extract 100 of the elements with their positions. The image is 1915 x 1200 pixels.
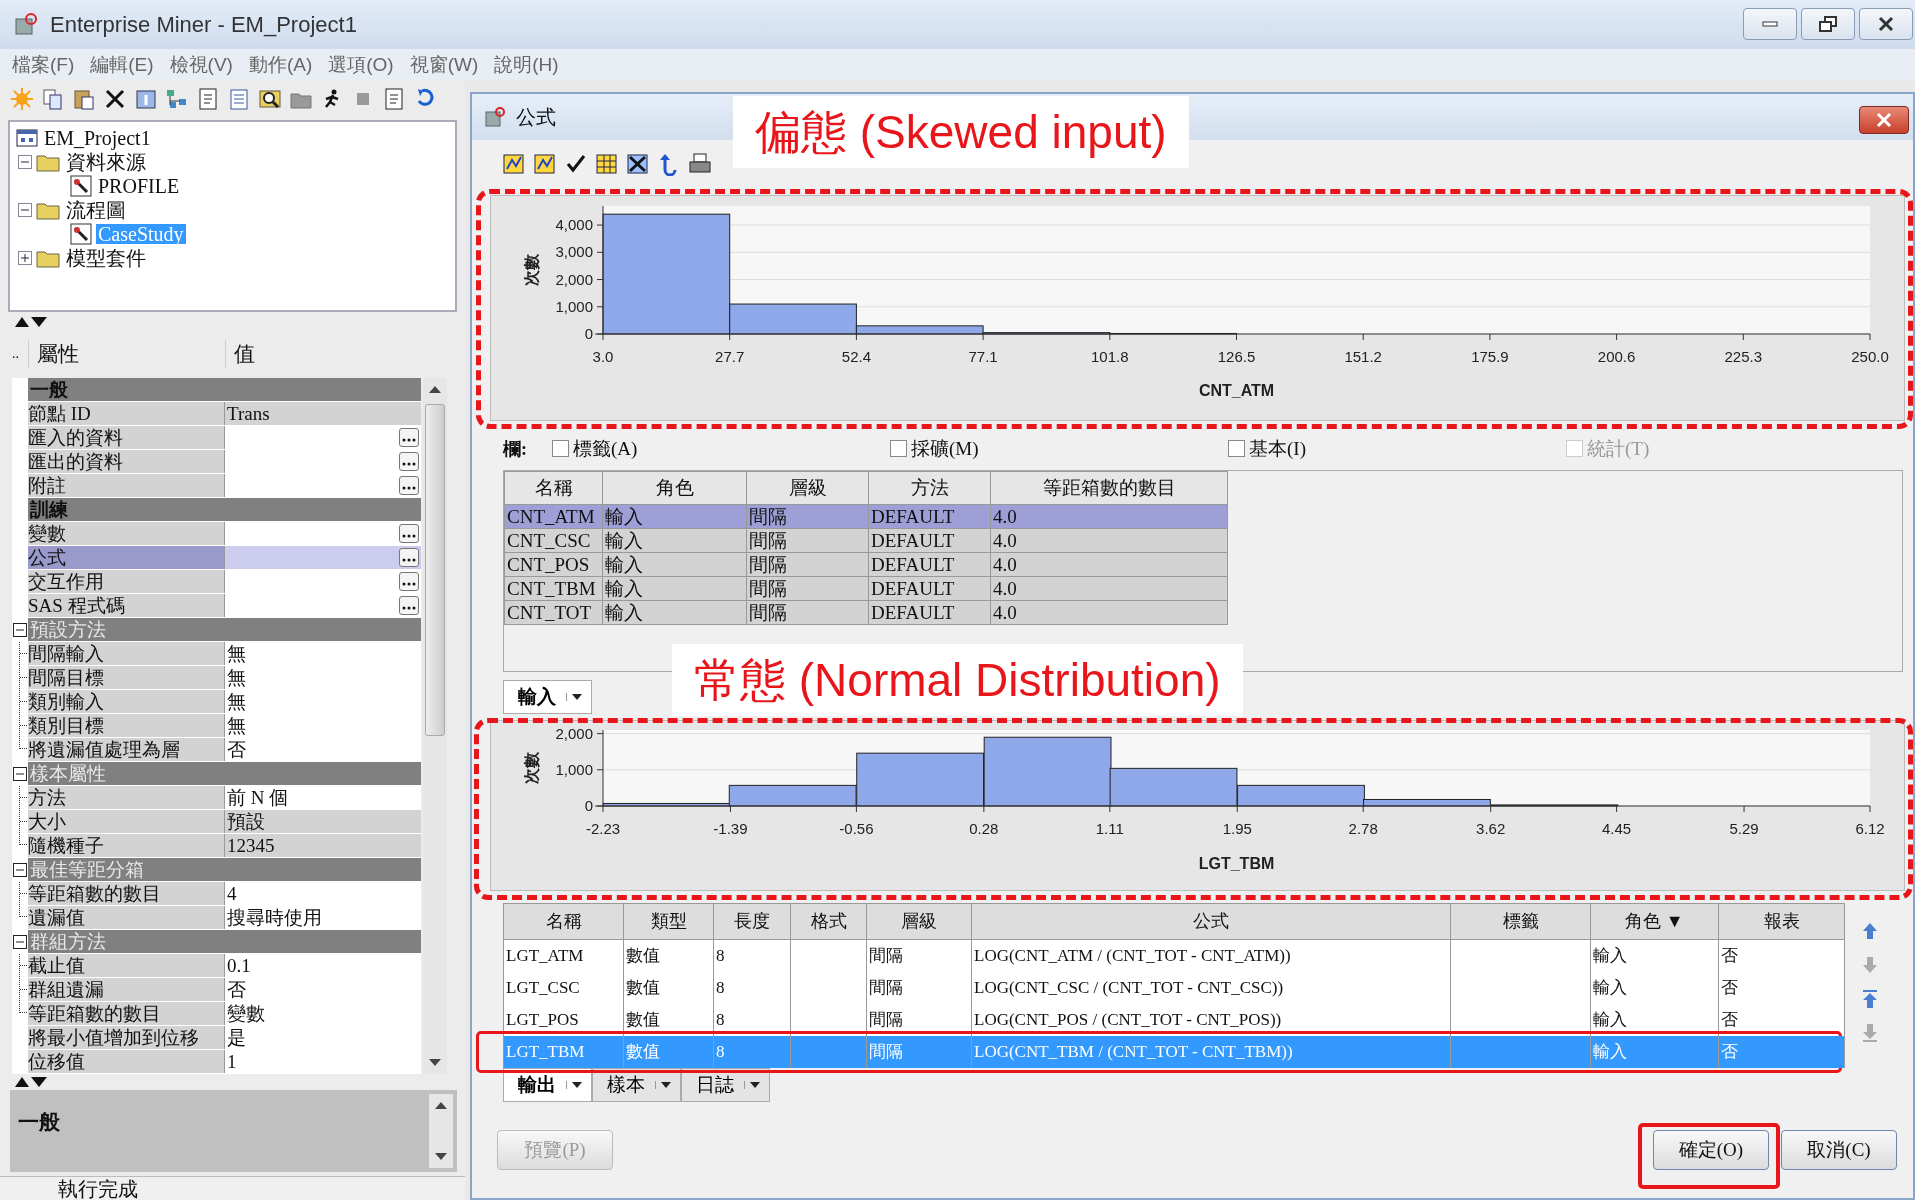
axis-title: LGT_TBM: [1198, 855, 1275, 872]
tick-label: 175.9: [1471, 348, 1509, 365]
table-cell: 8: [713, 1035, 791, 1068]
table-cell: 間隔: [746, 600, 869, 625]
property-value: 12345: [225, 834, 421, 857]
tick-label: 1.95: [1222, 820, 1252, 837]
tick-label: 2,000: [555, 724, 593, 742]
table-cell: 輸入: [602, 552, 747, 577]
table-cell: DEFAULT: [868, 504, 991, 529]
tick-label: 0: [584, 325, 593, 342]
section-header: 一般: [28, 378, 421, 401]
tick-label: 1,000: [555, 760, 593, 778]
tick-label: 225.3: [1724, 348, 1763, 365]
tick-label: 6.12: [1855, 820, 1885, 837]
table-cell: 4.0: [990, 552, 1228, 577]
column-header: ..: [12, 346, 20, 362]
table-cell: 間隔: [866, 1035, 972, 1068]
table-cell: 否: [1718, 939, 1845, 972]
table-cell: CNT_TBM: [504, 576, 603, 601]
annotation-callout: 偏態 (Skewed input): [733, 96, 1189, 168]
tick-label: 151.2: [1344, 348, 1382, 365]
table-cell: 數值: [623, 971, 714, 1004]
table-cell: 間隔: [866, 971, 972, 1004]
tick-label: 27.7: [715, 348, 745, 365]
tick-label: 126.5: [1217, 348, 1256, 365]
tick-label: -1.39: [713, 820, 748, 837]
axis-title: 次數: [523, 752, 540, 784]
column-header: 屬性: [28, 340, 225, 368]
tick-label: 52.4: [841, 348, 871, 365]
property-value: 1: [225, 1050, 421, 1073]
property-value: 4: [225, 882, 421, 905]
columns-label: 欄:: [503, 437, 528, 461]
section-header: 訓練: [28, 498, 421, 521]
table-cell: LOG(CNT_ATM / (CNT_TOT - CNT_ATM)): [971, 939, 1451, 972]
section-header: 樣本屬性: [28, 762, 421, 785]
property-value: 0.1: [225, 954, 421, 977]
tick-label: 0.28: [969, 820, 999, 837]
property-value: 搜尋時使用: [225, 906, 421, 929]
tick-label: 3.0: [592, 348, 614, 365]
table-cell: DEFAULT: [868, 600, 991, 625]
column-header: 值: [225, 340, 421, 368]
axis-title: 次數: [523, 254, 540, 286]
property-value: 預設: [225, 810, 421, 833]
table-cell: 4.0: [990, 528, 1228, 553]
table-cell: DEFAULT: [868, 552, 991, 577]
tick-label: 3.62: [1476, 820, 1506, 837]
tick-label: 0: [584, 797, 593, 814]
tick-label: 1.11: [1095, 820, 1124, 837]
property-value: 無: [225, 642, 421, 665]
window-title: Enterprise Miner - EM_Project1: [50, 11, 357, 38]
tick-label: 3,000: [555, 243, 593, 261]
table-cell: 輸入: [602, 504, 747, 529]
tick-label: 77.1: [968, 348, 998, 365]
property-value: 無: [225, 666, 421, 689]
property-value: 無: [225, 690, 421, 713]
property-value: 前 N 個: [225, 786, 421, 809]
table-cell: 4.0: [990, 600, 1228, 625]
tick-label: 4.45: [1602, 820, 1632, 837]
table-cell: DEFAULT: [868, 528, 991, 553]
table-cell: 輸入: [1590, 939, 1719, 972]
table-cell: 輸入: [602, 576, 747, 601]
table-cell: 間隔: [746, 504, 869, 529]
tick-label: 2,000: [555, 270, 593, 288]
table-cell: 否: [1718, 971, 1845, 1004]
table-cell: LGT_CSC: [503, 971, 624, 1004]
tick-label: -2.23: [585, 820, 621, 837]
table-cell: LOG(CNT_TBM / (CNT_TOT - CNT_TBM)): [971, 1035, 1451, 1068]
table-cell: CNT_TOT: [504, 600, 603, 625]
table-cell: 間隔: [746, 576, 869, 601]
table-cell: 間隔: [746, 528, 869, 553]
table-cell: 否: [1718, 1035, 1845, 1068]
table-cell: 輸入: [602, 528, 747, 553]
tick-label: -0.56: [839, 820, 874, 837]
table-cell: CNT_CSC: [504, 528, 603, 553]
table-cell: 8: [713, 971, 791, 1004]
section-header: 預設方法: [28, 618, 421, 641]
table-cell: 4.0: [990, 504, 1228, 529]
tick-label: 4,000: [555, 216, 593, 234]
section-header: 群組方法: [28, 930, 421, 953]
property-value: 否: [225, 978, 421, 1001]
property-value: 變數: [225, 1002, 421, 1025]
tick-label: 200.6: [1597, 348, 1636, 365]
dialog-title: 公式: [516, 104, 556, 130]
table-cell: 8: [713, 939, 791, 972]
description-heading: 一般: [18, 1109, 60, 1136]
table-cell: LOG(CNT_CSC / (CNT_TOT - CNT_CSC)): [971, 971, 1451, 1004]
tick-label: 250.0: [1851, 348, 1889, 365]
property-value: Trans: [225, 402, 421, 425]
table-cell: LGT_ATM: [503, 939, 624, 972]
table-cell: 間隔: [746, 552, 869, 577]
property-value: 無: [225, 714, 421, 737]
property-value: 是: [225, 1026, 421, 1049]
table-cell: 輸入: [1590, 1035, 1719, 1068]
table-cell: 數值: [623, 939, 714, 972]
table-cell: 輸入: [602, 600, 747, 625]
table-cell: 間隔: [866, 939, 972, 972]
annotation-callout: 常態 (Normal Distribution): [672, 644, 1243, 716]
tick-label: 5.29: [1729, 820, 1759, 837]
table-cell: DEFAULT: [868, 576, 991, 601]
section-header: 最佳等距分箱: [28, 858, 421, 881]
